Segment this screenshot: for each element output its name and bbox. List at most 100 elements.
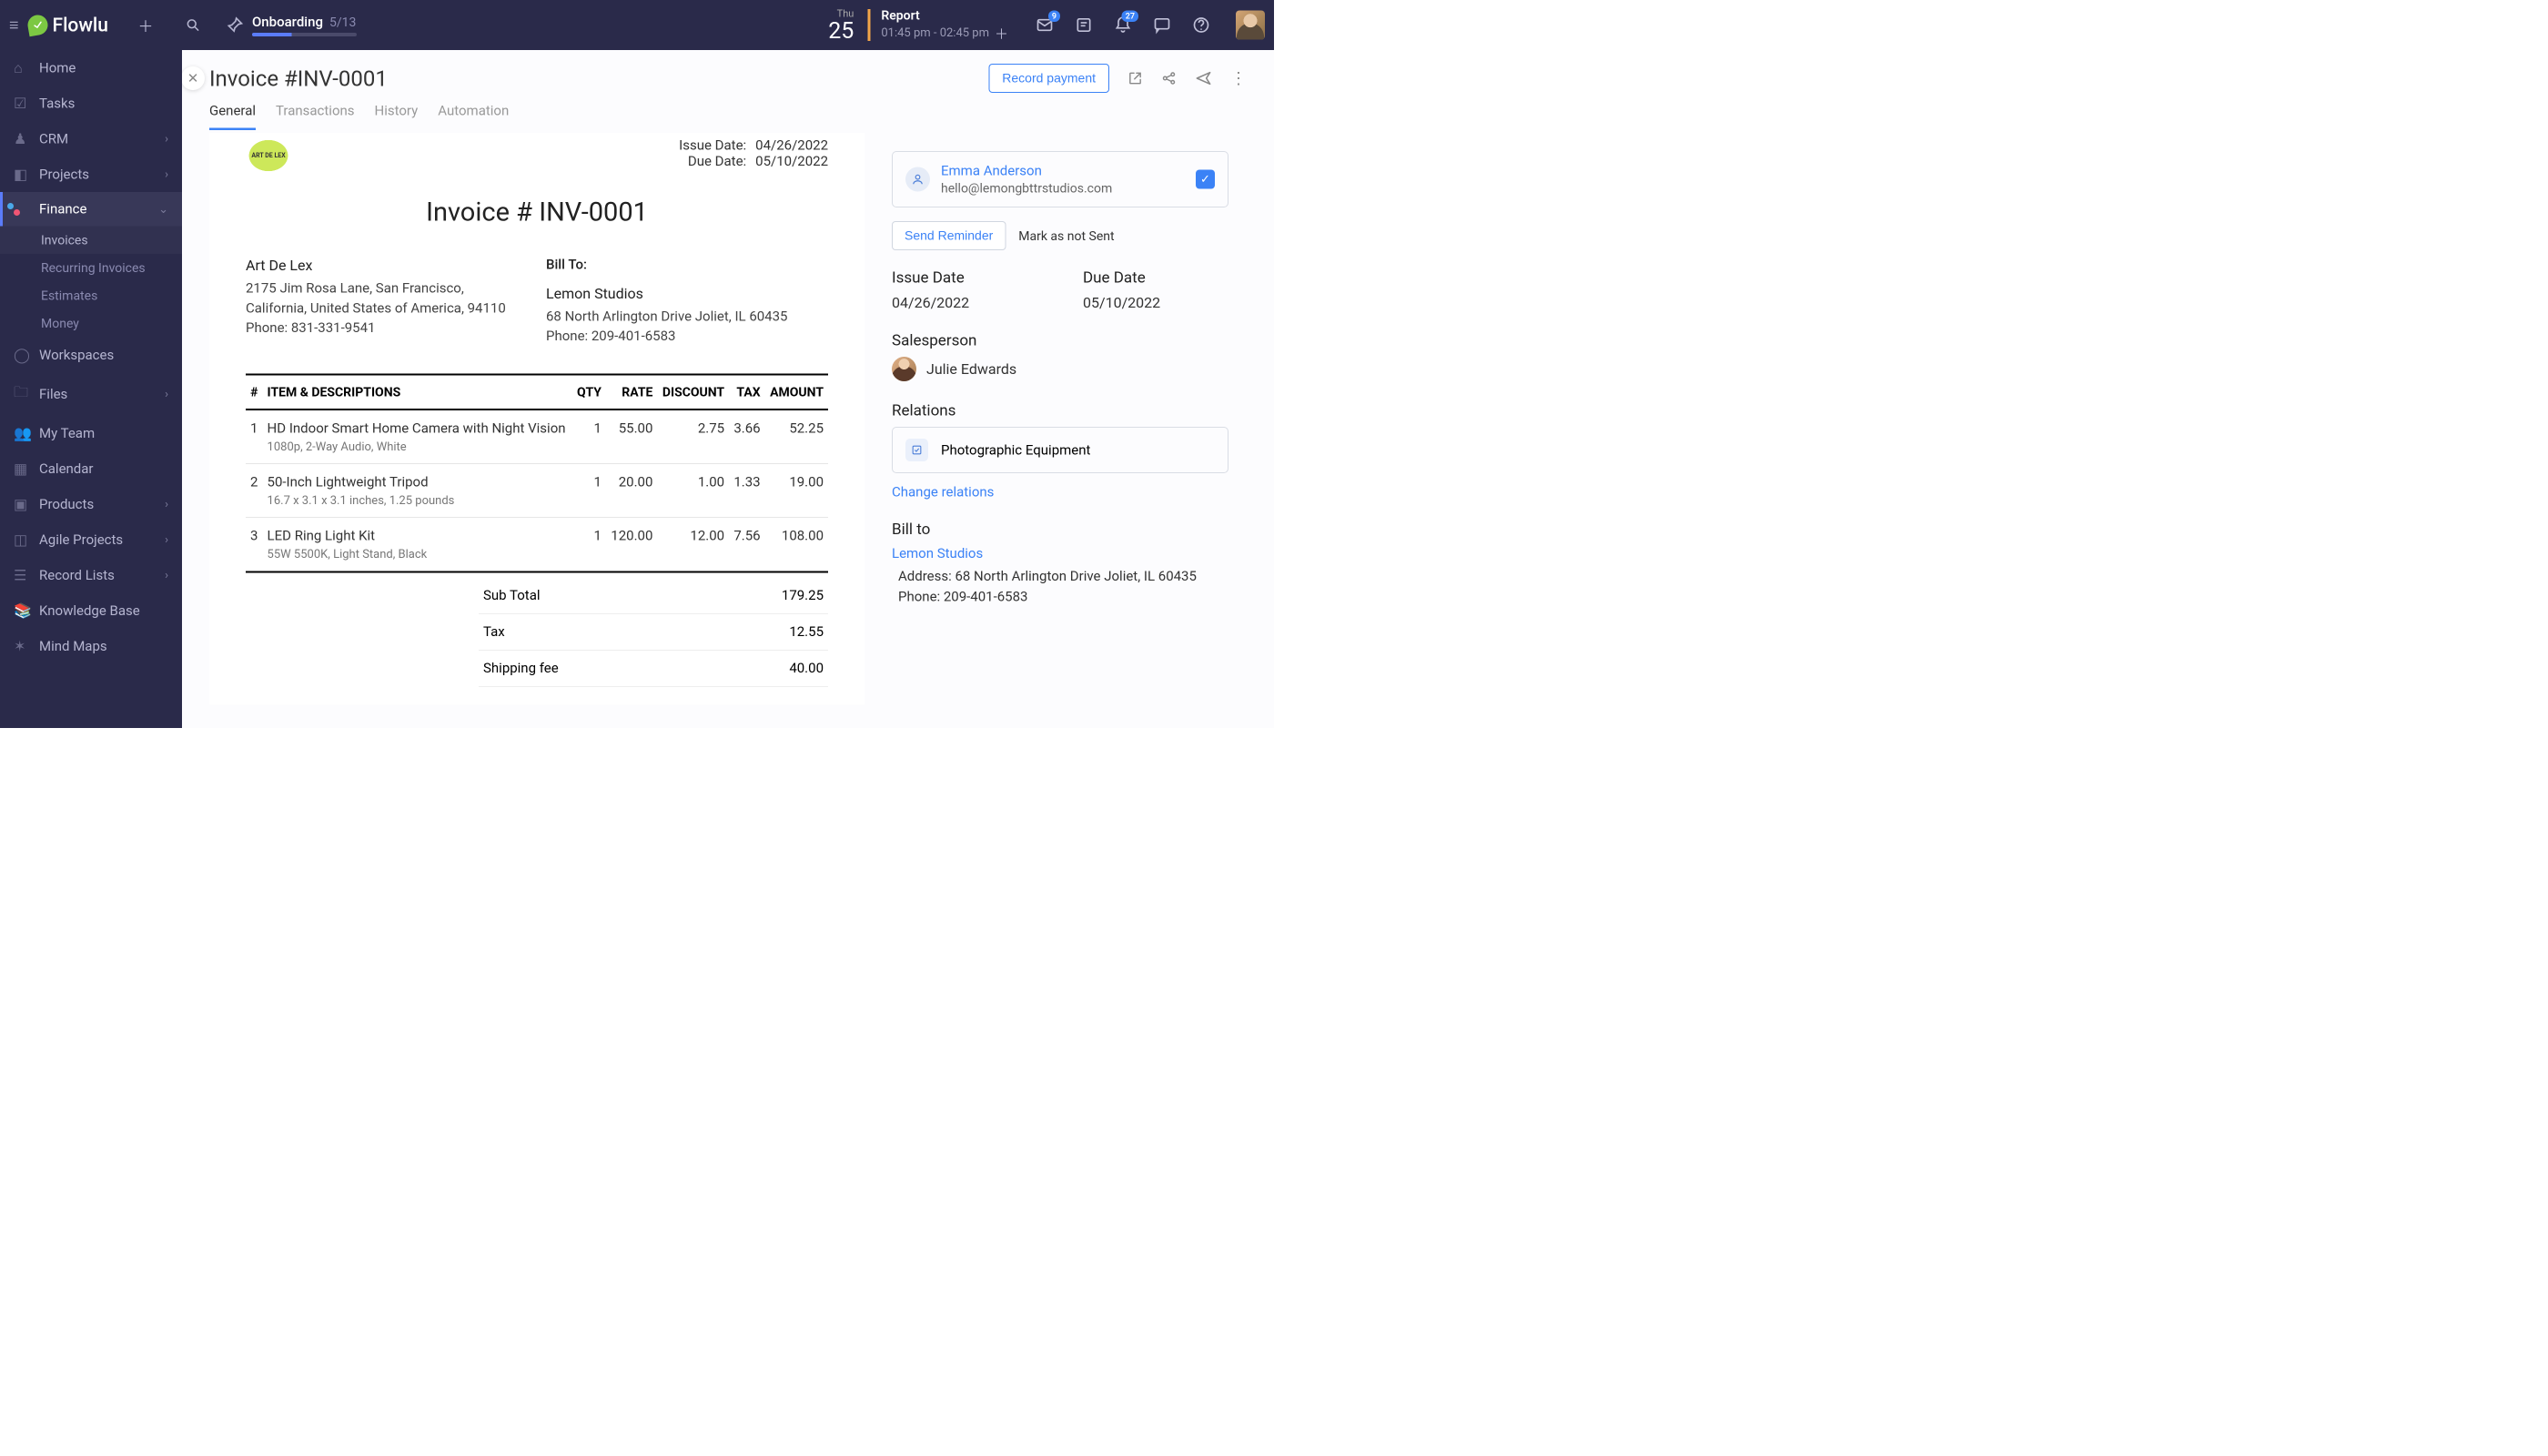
- send-icon[interactable]: [1195, 70, 1212, 87]
- invoice-document: ART DE LEX Issue Date: 04/26/2022 Due Da…: [209, 133, 864, 704]
- sidebar-subitem-estimates[interactable]: Estimates: [0, 282, 182, 310]
- help-button[interactable]: [1192, 16, 1210, 35]
- cell-num: 1: [246, 410, 263, 464]
- sidebar-item-label: Workspaces: [39, 347, 114, 363]
- more-menu-icon[interactable]: ⋮: [1230, 69, 1247, 88]
- cell-num: 2: [246, 464, 263, 518]
- billto-label: Bill to: [892, 521, 1228, 539]
- sidebar-item-label: Mind Maps: [39, 638, 107, 654]
- shipping-value: 40.00: [789, 660, 824, 676]
- subtotal-value: 179.25: [782, 587, 824, 603]
- sidebar: ⌂Home ☑Tasks ♟CRM› ◧Projects› Finance⌄ I…: [0, 50, 182, 728]
- cell-disc: 12.00: [657, 518, 729, 572]
- sidebar-item-home[interactable]: ⌂Home: [0, 50, 182, 86]
- sidebar-item-myteam[interactable]: 👥My Team: [0, 416, 182, 451]
- sidebar-item-workspaces[interactable]: ◯Workspaces: [0, 338, 182, 373]
- onboarding-widget[interactable]: Onboarding 5/13: [226, 14, 357, 36]
- check-badge-icon[interactable]: ✓: [1196, 170, 1215, 189]
- billto-address: Address: 68 North Arlington Drive Joliet…: [892, 566, 1228, 587]
- menu-toggle-icon[interactable]: ≡: [9, 15, 19, 35]
- add-report-icon[interactable]: ＋: [995, 23, 1008, 43]
- to-name: Lemon Studios: [546, 283, 828, 304]
- sidebar-item-label: Tasks: [39, 96, 75, 112]
- bell-button[interactable]: 27: [1114, 16, 1132, 35]
- sidebar-item-knowledge[interactable]: 📚 Knowledge Base: [0, 593, 182, 629]
- sidebar-subitem-recurring[interactable]: Recurring Invoices: [0, 254, 182, 282]
- contact-card[interactable]: Emma Anderson hello@lemongbttrstudios.co…: [892, 151, 1228, 207]
- from-address: Art De Lex 2175 Jim Rosa Lane, San Franc…: [246, 255, 528, 346]
- team-icon: 👥: [14, 425, 30, 442]
- share-icon[interactable]: [1161, 71, 1177, 86]
- cell-rate: 55.00: [606, 410, 657, 464]
- report-widget[interactable]: Report 01:45 pm - 02:45 pm ＋: [881, 7, 1008, 43]
- change-relations-link[interactable]: Change relations: [892, 484, 994, 500]
- tab-automation[interactable]: Automation: [438, 103, 509, 130]
- sidebar-item-crm[interactable]: ♟CRM›: [0, 121, 182, 157]
- mail-button[interactable]: 9: [1036, 16, 1054, 35]
- sidebar-item-products[interactable]: ▣Products›: [0, 487, 182, 522]
- chevron-right-icon: ›: [165, 388, 168, 401]
- record-payment-button[interactable]: Record payment: [988, 64, 1109, 93]
- sidebar-item-projects[interactable]: ◧Projects›: [0, 157, 182, 192]
- sidebar-subitem-money[interactable]: Money: [0, 309, 182, 338]
- sidebar-item-tasks[interactable]: ☑Tasks: [0, 86, 182, 121]
- cell-num: 3: [246, 518, 263, 572]
- chat-button[interactable]: [1153, 16, 1171, 35]
- cell-amt: 108.00: [765, 518, 828, 572]
- sidebar-subitem-invoices[interactable]: Invoices: [0, 227, 182, 255]
- item-sub: 55W 5500K, Light Stand, Black: [268, 547, 568, 561]
- col-tax: TAX: [729, 374, 765, 410]
- app-logo[interactable]: Flowlu: [28, 14, 108, 36]
- tabs: General Transactions History Automation: [209, 103, 1247, 131]
- sidebar-item-label: Agile Projects: [39, 531, 123, 548]
- user-avatar[interactable]: [1236, 11, 1265, 40]
- notes-button[interactable]: [1075, 16, 1093, 35]
- issue-date-label: Issue Date: [892, 268, 1037, 287]
- item-name: LED Ring Light Kit: [268, 528, 568, 544]
- col-rate: RATE: [606, 374, 657, 410]
- sidebar-item-calendar[interactable]: ▦Calendar: [0, 451, 182, 487]
- relations-label: Relations: [892, 401, 1228, 420]
- cell-qty: 1: [572, 410, 606, 464]
- close-panel-button[interactable]: ✕: [182, 66, 205, 90]
- knowledge-icon: 📚: [14, 602, 30, 620]
- sidebar-item-label: Projects: [39, 167, 89, 183]
- from-phone: Phone: 831-331-9541: [246, 318, 528, 339]
- sidebar-item-label: Products: [39, 496, 94, 512]
- mark-not-sent-link[interactable]: Mark as not Sent: [1018, 228, 1114, 244]
- relation-icon: [905, 439, 928, 461]
- send-reminder-button[interactable]: Send Reminder: [892, 221, 1006, 250]
- billto-customer[interactable]: Lemon Studios: [892, 546, 1228, 562]
- sidebar-item-agile[interactable]: ◫Agile Projects›: [0, 522, 182, 558]
- cell-tax: 1.33: [729, 464, 765, 518]
- from-name: Art De Lex: [246, 255, 528, 276]
- col-item: ITEM & DESCRIPTIONS: [263, 374, 572, 410]
- col-qty: QTY: [572, 374, 606, 410]
- sidebar-item-mindmaps[interactable]: ✶Mind Maps: [0, 629, 182, 664]
- date-widget[interactable]: Thu 25: [828, 9, 870, 41]
- open-external-icon[interactable]: [1127, 71, 1143, 86]
- onboarding-label: Onboarding: [252, 14, 323, 30]
- report-time: 01:45 pm - 02:45 pm: [881, 25, 989, 39]
- cell-qty: 1: [572, 518, 606, 572]
- sidebar-item-recordlists[interactable]: ☰Record Lists›: [0, 558, 182, 593]
- search-button[interactable]: [183, 15, 203, 35]
- sidebar-item-label: Knowledge Base: [39, 602, 140, 619]
- sidebar-item-finance[interactable]: Finance⌄: [0, 192, 182, 227]
- contact-name[interactable]: Emma Anderson: [941, 163, 1185, 179]
- to-addr: 68 North Arlington Drive Joliet, IL 6043…: [546, 307, 828, 327]
- tab-transactions[interactable]: Transactions: [276, 103, 355, 130]
- sidebar-item-files[interactable]: 🗀Files›: [0, 373, 182, 416]
- onboarding-count: 5/13: [329, 15, 356, 30]
- relation-card[interactable]: Photographic Equipment: [892, 427, 1228, 473]
- company-logo: ART DE LEX: [246, 137, 291, 174]
- sidebar-item-label: Home: [39, 60, 76, 76]
- chevron-right-icon: ›: [165, 498, 168, 511]
- create-button[interactable]: ＋: [136, 15, 156, 35]
- tab-history[interactable]: History: [375, 103, 419, 130]
- top-bar: ≡ Flowlu ＋ Onboarding 5/13 Thu 25 Report…: [0, 0, 1274, 50]
- salesperson-avatar: [892, 357, 916, 381]
- tab-general[interactable]: General: [209, 103, 256, 130]
- crm-icon: ♟: [14, 130, 30, 147]
- cell-tax: 3.66: [729, 410, 765, 464]
